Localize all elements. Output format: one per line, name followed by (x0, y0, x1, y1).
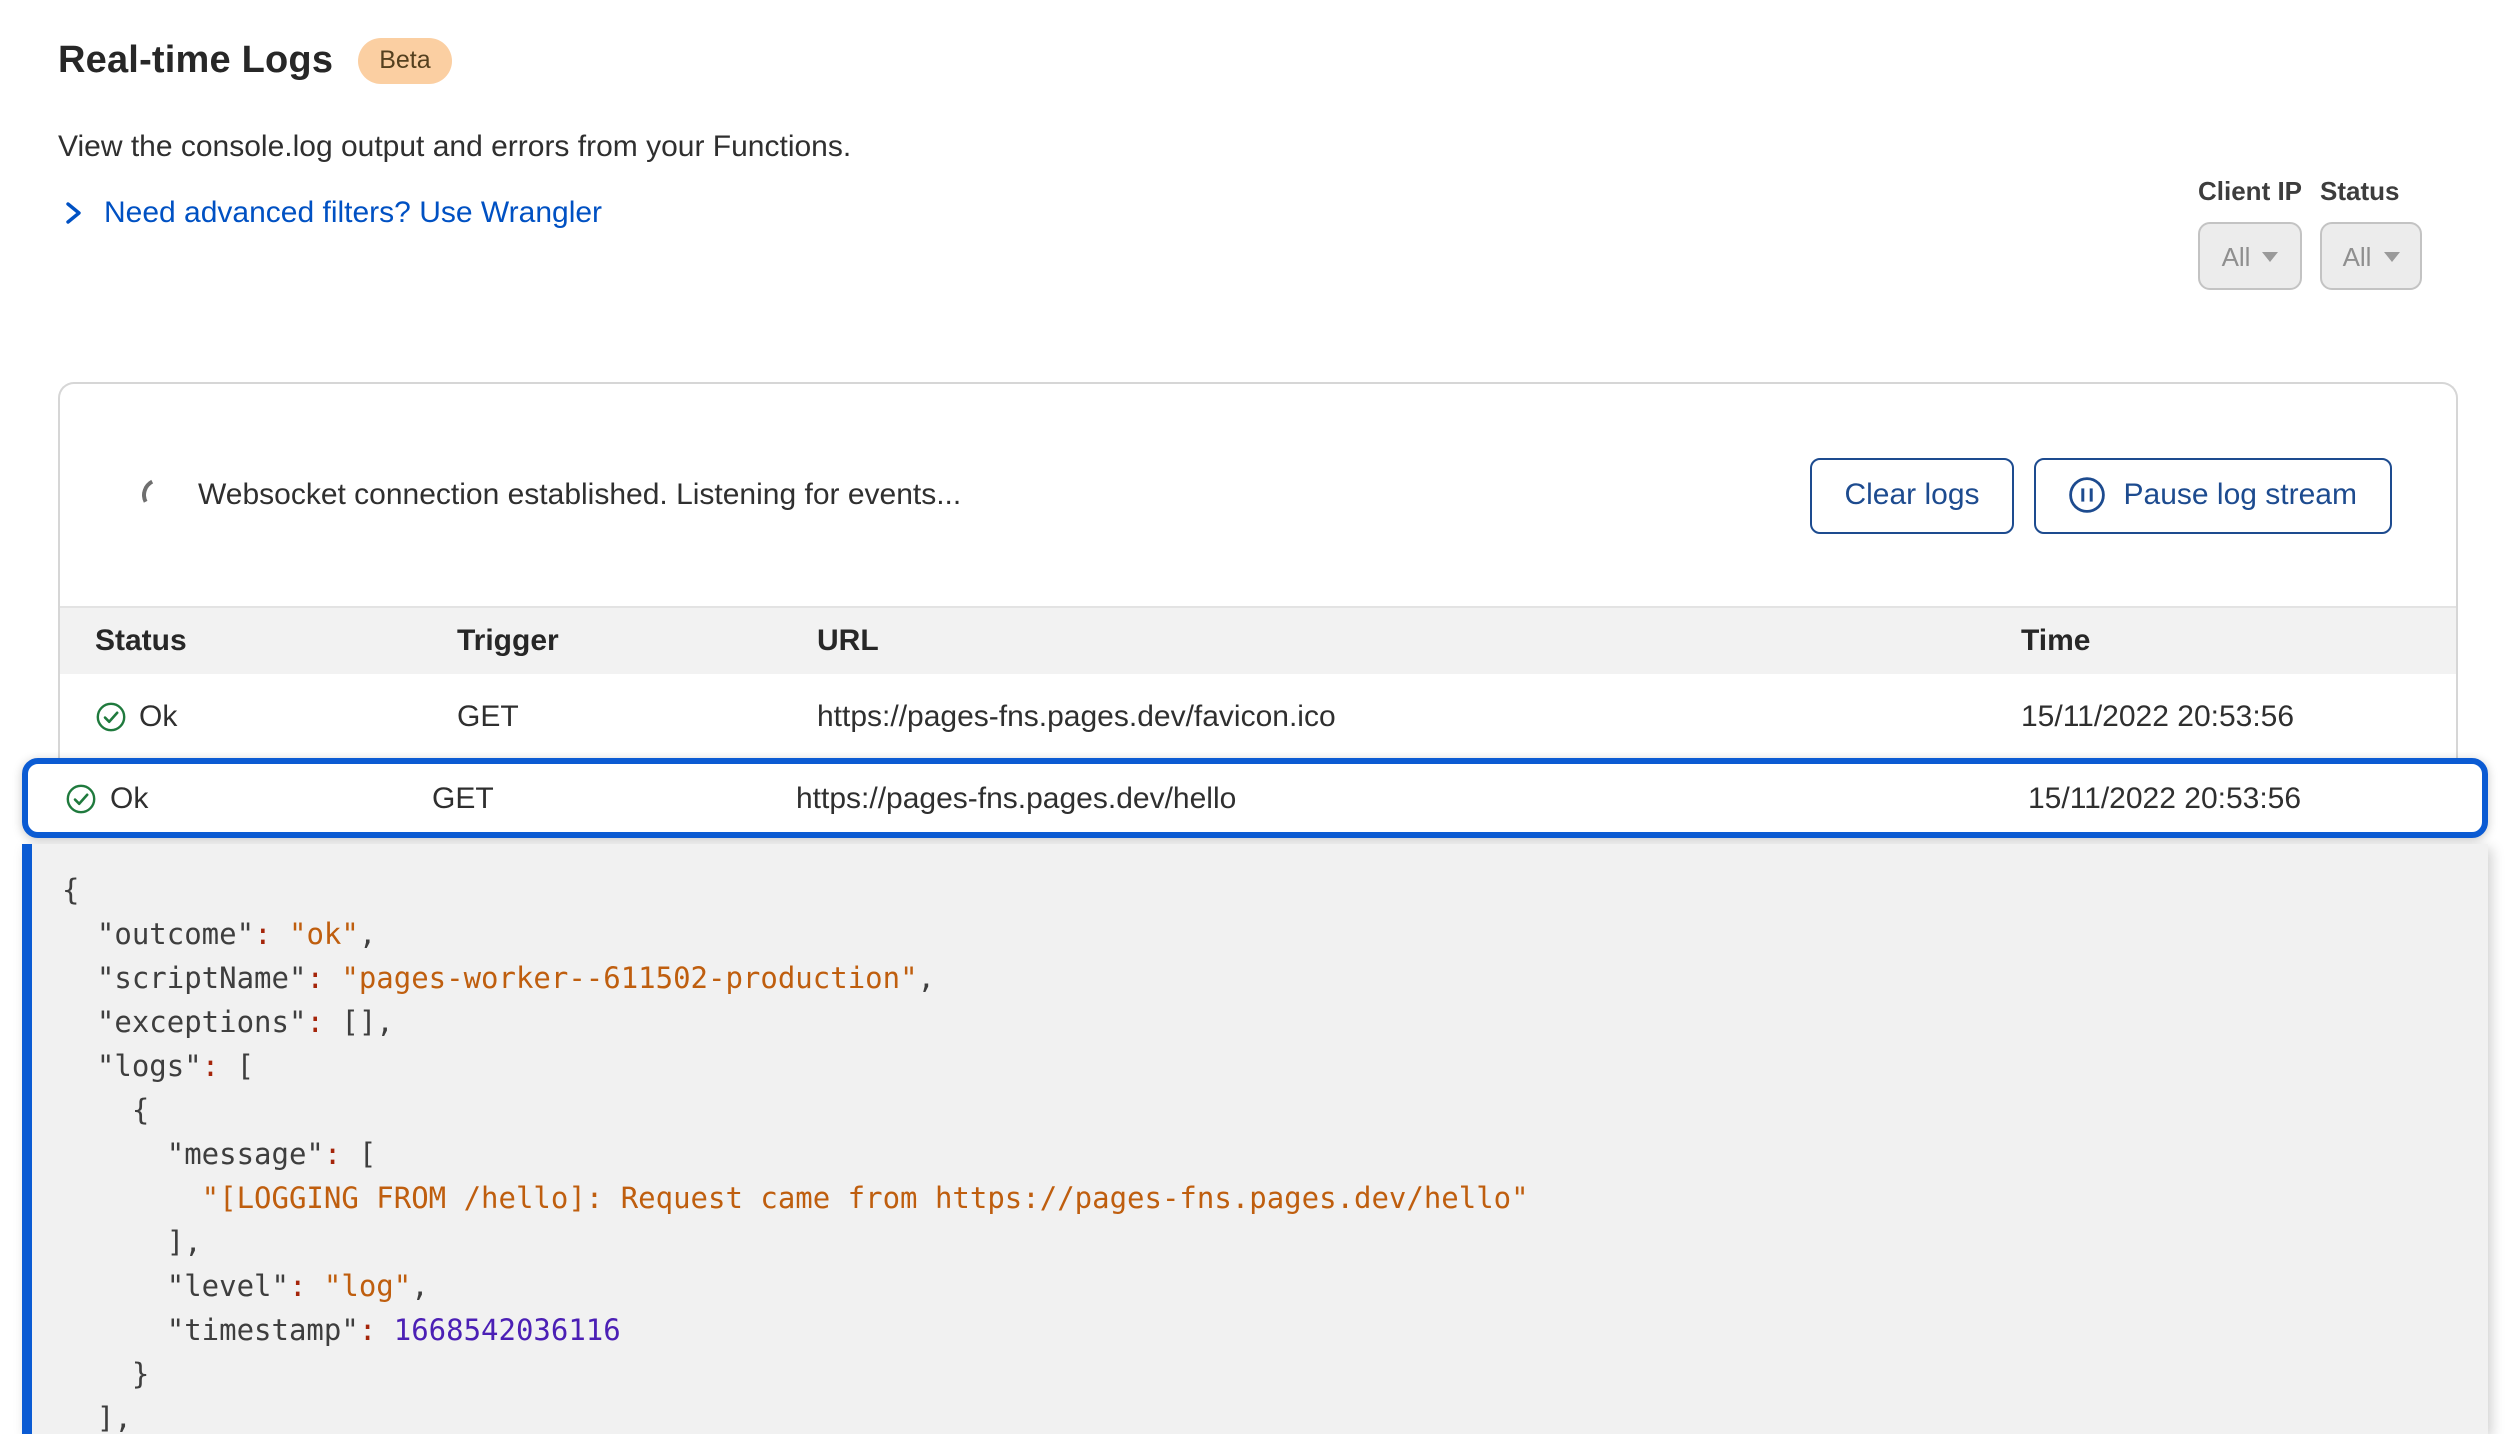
log-detail-code: { "outcome": "ok", "scriptName": "pages-… (62, 869, 2487, 1434)
row-time: 15/11/2022 20:53:56 (2028, 781, 2481, 815)
log-table-row-selected[interactable]: Ok GET https://pages-fns.pages.dev/hello… (22, 758, 2487, 838)
row-status: Ok (110, 781, 148, 815)
pause-log-stream-label: Pause log stream (2124, 478, 2357, 512)
log-action-buttons: Clear logs Pause log stream (1810, 457, 2391, 533)
status-filter-group: Status All (2320, 176, 2422, 290)
code-line: "level": "log", (62, 1265, 2487, 1309)
wrangler-link-label: Need advanced filters? Use Wrangler (104, 196, 602, 230)
wrangler-advanced-filters-link[interactable]: Need advanced filters? Use Wrangler (62, 196, 602, 230)
row-url: https://pages-fns.pages.dev/favicon.ico (817, 700, 2021, 734)
column-header-trigger: Trigger (457, 624, 817, 658)
status-filter-dropdown[interactable]: All (2320, 222, 2422, 290)
code-line: "message": [ (62, 1133, 2487, 1177)
log-table-header: Status Trigger URL Time (60, 606, 2455, 674)
page-header: Real-time Logs Beta View the console.log… (58, 38, 453, 84)
status-filter-value: All (2343, 241, 2372, 271)
log-table-row[interactable]: Ok GET https://pages-fns.pages.dev/favic… (60, 674, 2455, 760)
client-ip-filter-value: All (2222, 241, 2251, 271)
clear-logs-button[interactable]: Clear logs (1810, 457, 2013, 533)
status-filter-label: Status (2320, 176, 2422, 206)
row-url: https://pages-fns.pages.dev/hello (796, 781, 2028, 815)
ok-check-circle-icon (95, 702, 125, 732)
code-line: "timestamp": 1668542036116 (62, 1309, 2487, 1353)
row-trigger: GET (457, 700, 817, 734)
realtime-logs-page: Real-time Logs Beta View the console.log… (0, 0, 2508, 1434)
log-filters: Client IP All Status All (2198, 176, 2422, 290)
row-status: Ok (139, 700, 177, 734)
beta-badge: Beta (357, 38, 452, 84)
ok-check-circle-icon (66, 783, 96, 813)
clear-logs-label: Clear logs (1844, 478, 1979, 512)
websocket-status-text: Websocket connection established. Listen… (198, 478, 961, 512)
pause-log-stream-button[interactable]: Pause log stream (2034, 457, 2391, 533)
code-line: "logs": [ (62, 1045, 2487, 1089)
code-line: "scriptName": "pages-worker--611502-prod… (62, 957, 2487, 1001)
code-line: "[LOGGING FROM /hello]: Request came fro… (62, 1177, 2487, 1221)
code-line: "exceptions": [], (62, 1001, 2487, 1045)
row-trigger: GET (432, 781, 796, 815)
pause-circle-icon (2068, 476, 2106, 514)
log-stream-card: Websocket connection established. Listen… (58, 382, 2457, 758)
column-header-time: Time (2021, 624, 2455, 658)
code-line: { (62, 1089, 2487, 1133)
column-header-status: Status (95, 624, 457, 658)
client-ip-filter-dropdown[interactable]: All (2198, 222, 2302, 290)
caret-down-icon (2383, 251, 2399, 261)
page-subtitle: View the console.log output and errors f… (58, 130, 851, 164)
row-time: 15/11/2022 20:53:56 (2021, 700, 2455, 734)
log-detail-panel: { "outcome": "ok", "scriptName": "pages-… (22, 843, 2487, 1434)
code-line: { (62, 869, 2487, 913)
code-line: ], (62, 1221, 2487, 1265)
page-title: Real-time Logs (58, 39, 333, 83)
client-ip-filter-label: Client IP (2198, 176, 2302, 206)
column-header-url: URL (817, 624, 2021, 658)
client-ip-filter-group: Client IP All (2198, 176, 2302, 290)
code-line: "outcome": "ok", (62, 913, 2487, 957)
code-line: ], (62, 1397, 2487, 1434)
chevron-right-icon (62, 200, 84, 226)
caret-down-icon (2262, 251, 2278, 261)
code-line: } (62, 1353, 2487, 1397)
websocket-status-bar: Websocket connection established. Listen… (60, 384, 2455, 606)
loading-spinner-icon (138, 474, 181, 517)
